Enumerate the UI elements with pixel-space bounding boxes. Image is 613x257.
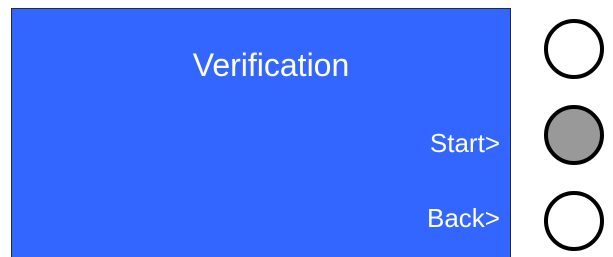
top-hardware-button[interactable] [544,19,604,79]
softkey-back-label: Back> [427,203,500,233]
device-panel: Verification Start> Back> [0,0,613,257]
softkey-start-label: Start> [429,128,500,158]
start-hardware-button[interactable] [544,105,604,165]
display-screen: Verification Start> Back> [11,8,511,257]
screen-title: Verification [192,47,350,83]
back-hardware-button[interactable] [544,191,604,251]
